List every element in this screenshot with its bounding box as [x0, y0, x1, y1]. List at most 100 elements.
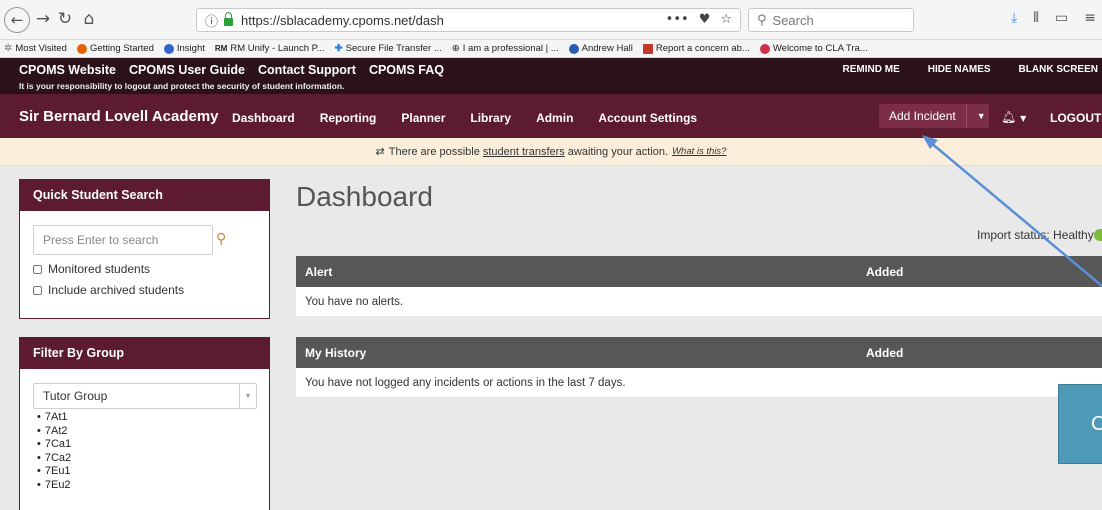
info-icon[interactable]: ⓘ	[205, 11, 218, 30]
notice-text: awaiting your action.	[567, 145, 669, 158]
chevron-down-icon[interactable]: ▼	[967, 111, 986, 121]
group-item[interactable]: 7Ca1	[37, 438, 71, 452]
bookmark-most-visited[interactable]: ✲ Most Visited	[4, 43, 67, 54]
reload-icon[interactable]: ↻	[56, 7, 74, 31]
bookmark-label: Secure File Transfer ...	[345, 43, 442, 54]
bookmark-label: RM Unify - Launch P...	[230, 43, 325, 54]
group-type-select[interactable]: Tutor Group ▼	[33, 383, 257, 409]
group-item[interactable]: 7Eu1	[37, 465, 71, 479]
bookmark-label: Welcome to CLA Tra...	[772, 43, 868, 54]
faq-link[interactable]: CPOMS FAQ	[369, 63, 444, 77]
what-is-this-link[interactable]: What is this?	[672, 146, 726, 157]
bookmark-andrew-hall[interactable]: Andrew Hall	[568, 43, 633, 54]
home-icon[interactable]: ⌂	[80, 7, 98, 31]
hide-names-link[interactable]: HIDE NAMES	[928, 64, 991, 75]
report-icon	[642, 43, 653, 54]
monitored-students-checkbox[interactable]: Monitored students	[33, 262, 150, 276]
bookmark-insight[interactable]: Insight	[163, 43, 205, 54]
browser-search-input[interactable]: ⚲ Search	[748, 8, 914, 32]
transfer-notice: ⇄ There are possible student transfers a…	[0, 138, 1102, 166]
nav-planner[interactable]: Planner	[401, 111, 445, 125]
gear-icon: ✲	[4, 43, 13, 54]
forward-arrow-icon[interactable]: →	[34, 7, 52, 31]
bookmark-label: Report a concern ab...	[655, 43, 750, 54]
history-column-header: My History	[305, 346, 367, 360]
browser-toolbar: ← → ↻ ⌂ ⓘ https://sblacademy.cpoms.net/d…	[0, 0, 1102, 40]
add-incident-label[interactable]: Add Incident	[879, 104, 967, 128]
added-column-header: Added	[866, 346, 904, 360]
checkbox-label: Include archived students	[48, 283, 185, 297]
group-item[interactable]: 7At1	[37, 411, 71, 425]
group-item[interactable]: 7Ca2	[37, 452, 71, 466]
page-title: Dashboard	[296, 181, 433, 212]
lock-icon	[224, 12, 234, 26]
bell-icon[interactable]: 🔔︎ ▼	[1001, 110, 1026, 124]
group-item[interactable]: 7At2	[37, 425, 71, 439]
sidebar-icon[interactable]: ▭	[1055, 10, 1068, 26]
bookmark-cla[interactable]: Welcome to CLA Tra...	[759, 43, 868, 54]
nav-library[interactable]: Library	[470, 111, 511, 125]
student-search-input[interactable]: Press Enter to search	[33, 225, 213, 255]
chat-icon	[568, 43, 579, 54]
checkbox-label: Monitored students	[48, 262, 151, 276]
cpoms-top-bar: CPOMS Website CPOMS User Guide Contact S…	[0, 58, 1102, 94]
archived-students-checkbox[interactable]: Include archived students	[33, 283, 184, 297]
search-icon: ⚲	[757, 12, 767, 28]
status-indicator	[1094, 229, 1102, 241]
chevron-down-icon[interactable]: ▼	[239, 384, 256, 408]
table-row: You have not logged any incidents or act…	[296, 368, 1102, 398]
library-icon[interactable]: ⫴	[1033, 10, 1039, 26]
download-icon[interactable]: ⤓	[1011, 10, 1017, 26]
cla-icon	[759, 43, 770, 54]
logout-link[interactable]: LOGOUT	[1050, 111, 1101, 125]
plus-icon: ✚	[334, 43, 343, 54]
pocket-icon[interactable]: ♥	[699, 12, 711, 27]
alert-column-header: Alert	[305, 265, 333, 279]
import-status: Import status: Healthy	[977, 228, 1094, 242]
nav-reporting[interactable]: Reporting	[320, 111, 377, 125]
panel-title: Quick Student Search	[20, 180, 269, 211]
added-column-header: Added	[866, 265, 904, 279]
bookmark-getting-started[interactable]: Getting Started	[76, 43, 154, 54]
alerts-table: Alert Added You have no alerts.	[296, 256, 1102, 317]
main-nav: Sir Bernard Lovell Academy Dashboard Rep…	[0, 94, 1102, 138]
bookmark-label: Most Visited	[15, 43, 67, 54]
student-transfers-link[interactable]: student transfers	[483, 146, 565, 158]
menu-icon[interactable]: ≡	[1084, 10, 1096, 26]
cpoms-website-link[interactable]: CPOMS Website	[19, 63, 116, 77]
table-header: Alert Added	[296, 256, 1102, 287]
school-name[interactable]: Sir Bernard Lovell Academy	[19, 108, 219, 125]
popup-text: C	[1091, 412, 1102, 435]
back-arrow-icon[interactable]: ←	[4, 7, 30, 33]
add-incident-button[interactable]: Add Incident ▼	[879, 104, 989, 128]
bookmarks-bar: ✲ Most Visited Getting Started Insight R…	[0, 40, 1102, 58]
search-placeholder: Press Enter to search	[43, 233, 159, 247]
bookmark-report-concern[interactable]: Report a concern ab...	[642, 43, 750, 54]
select-value: Tutor Group	[43, 389, 108, 403]
remind-me-link[interactable]: REMIND ME	[843, 64, 900, 75]
table-row: You have no alerts.	[296, 287, 1102, 317]
tutorial-popup[interactable]: C	[1058, 384, 1102, 464]
bookmark-professional[interactable]: ⊕ I am a professional | ...	[452, 43, 559, 54]
bookmark-star-icon[interactable]: ☆	[720, 12, 732, 27]
search-icon[interactable]: ⚲	[216, 231, 226, 247]
bookmark-secure-file[interactable]: ✚ Secure File Transfer ...	[335, 43, 442, 54]
url-bar[interactable]: ⓘ https://sblacademy.cpoms.net/dash ••• …	[196, 8, 741, 32]
user-guide-link[interactable]: CPOMS User Guide	[129, 63, 245, 77]
nav-dashboard[interactable]: Dashboard	[232, 111, 295, 125]
group-list: 7At1 7At2 7Ca1 7Ca2 7Eu1 7Eu2	[37, 411, 71, 492]
group-item[interactable]: 7Eu2	[37, 479, 71, 493]
url-text[interactable]: https://sblacademy.cpoms.net/dash	[241, 13, 444, 28]
blank-screen-link[interactable]: BLANK SCREEN	[1019, 64, 1098, 75]
bookmark-label: I am a professional | ...	[462, 43, 559, 54]
page-actions-icon[interactable]: •••	[666, 12, 689, 27]
nav-account-settings[interactable]: Account Settings	[598, 111, 697, 125]
globe-icon: ⊕	[451, 43, 460, 54]
contact-support-link[interactable]: Contact Support	[258, 63, 356, 77]
quick-search-panel: Quick Student Search Press Enter to sear…	[19, 179, 270, 319]
rm-logo-icon: RM	[214, 44, 228, 53]
nav-admin[interactable]: Admin	[536, 111, 573, 125]
bookmark-rm-unify[interactable]: RM RM Unify - Launch P...	[215, 43, 325, 54]
checkbox[interactable]	[33, 264, 42, 274]
checkbox[interactable]	[33, 285, 42, 295]
